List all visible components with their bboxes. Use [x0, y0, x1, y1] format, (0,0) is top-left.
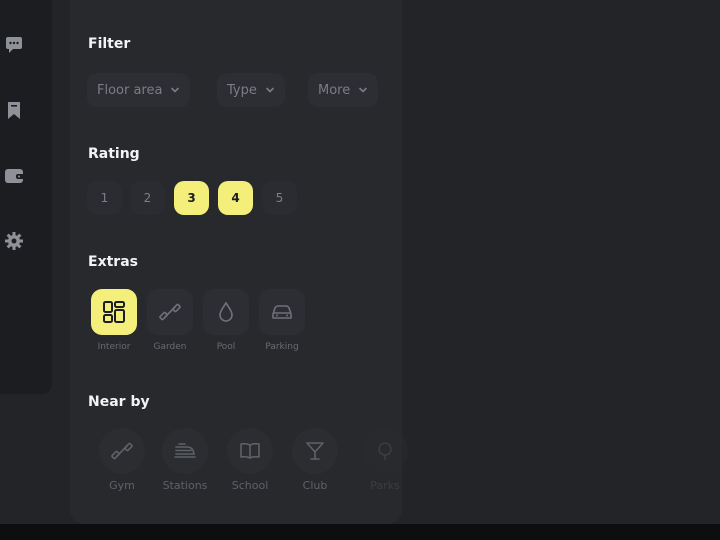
rating-option-4[interactable]: 4 [218, 181, 253, 215]
nearby-label: Parks [370, 479, 400, 492]
nearby-label: School [231, 479, 269, 492]
car-icon [272, 305, 292, 319]
settings-icon[interactable] [3, 230, 25, 252]
bookmark-icon[interactable] [3, 99, 25, 121]
tree-icon [378, 442, 392, 460]
extra-interior[interactable]: Interior [89, 289, 139, 352]
chevron-down-icon [171, 87, 180, 93]
extra-label: Garden [153, 342, 187, 352]
extra-label: Parking [265, 342, 299, 352]
extra-label: Interior [97, 342, 131, 352]
chevron-down-icon [266, 87, 274, 93]
chevron-down-icon [359, 87, 368, 93]
floor-area-dropdown[interactable]: Floor area [87, 73, 191, 107]
nearby-title: Near by [88, 394, 150, 410]
dumbbell-icon [111, 442, 133, 460]
chat-icon[interactable] [3, 34, 25, 56]
type-label: Type [227, 82, 257, 98]
rating-option-5[interactable]: 5 [262, 181, 297, 215]
interior-icon [103, 301, 125, 323]
rating-option-3[interactable]: 3 [174, 181, 209, 215]
rating-option-2[interactable]: 2 [130, 181, 165, 215]
floor-area-label: Floor area [97, 82, 163, 98]
wallet-icon[interactable] [3, 164, 25, 186]
rating-title: Rating [88, 146, 140, 162]
train-icon [174, 443, 196, 458]
nearby-school[interactable]: School [221, 428, 279, 492]
nearby-gym[interactable]: Gym [93, 428, 151, 492]
filter-panel: Filter Floor area Type More Rating 1 2 3… [70, 0, 408, 524]
nearby-parks[interactable]: Parks [356, 428, 414, 492]
extra-label: Pool [216, 342, 236, 352]
extra-garden[interactable]: Garden [145, 289, 195, 352]
nearby-label: Gym [109, 479, 135, 492]
more-dropdown[interactable]: More [308, 73, 379, 107]
filter-title: Filter [88, 36, 131, 52]
drop-icon [219, 301, 233, 322]
more-label: More [318, 82, 351, 98]
sidebar [0, 0, 52, 394]
extras-title: Extras [88, 254, 138, 270]
book-icon [240, 442, 260, 459]
extra-parking[interactable]: Parking [257, 289, 307, 352]
cocktail-icon [306, 442, 324, 460]
extra-pool[interactable]: Pool [201, 289, 251, 352]
dumbbell-icon [159, 303, 181, 321]
rating-option-1[interactable]: 1 [87, 181, 122, 215]
nearby-label: Club [302, 479, 328, 492]
nearby-club[interactable]: Club [286, 428, 344, 492]
nearby-stations[interactable]: Stations [156, 428, 214, 492]
bottom-bar [0, 524, 720, 540]
nearby-label: Stations [162, 479, 208, 492]
type-dropdown[interactable]: Type [217, 73, 285, 107]
